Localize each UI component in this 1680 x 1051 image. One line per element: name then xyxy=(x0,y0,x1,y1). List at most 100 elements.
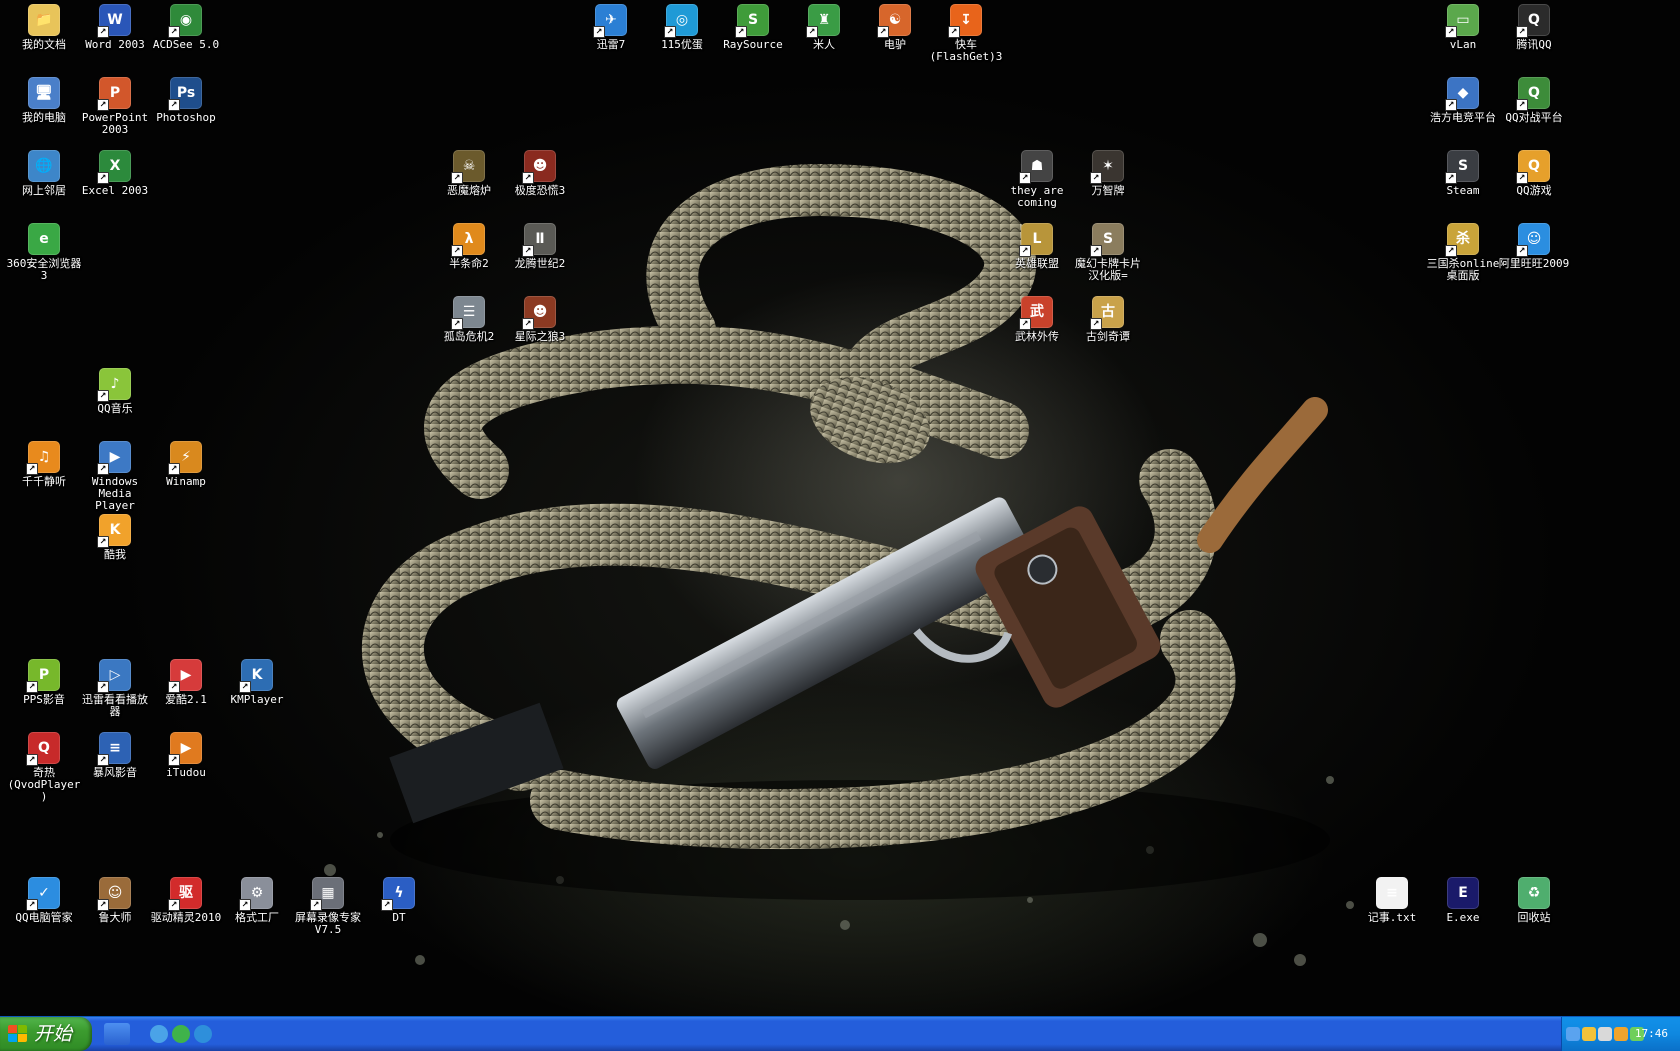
desktop-icon-48[interactable]: Q ↗ QQ对战平台 xyxy=(1496,75,1572,124)
desktop-icon-label: 武林外传 xyxy=(1015,330,1059,343)
desktop-icon-16[interactable]: ▶ ↗ 爱酷2.1 xyxy=(148,657,224,706)
desktop-icon-35[interactable]: λ ↗ 半条命2 xyxy=(431,221,507,270)
desktop-icon-37[interactable]: ☰ ↗ 孤岛危机2 xyxy=(431,294,507,343)
app-icon: ⚙ ↗ xyxy=(239,877,273,911)
desktop-icon-11[interactable]: ▶ ↗ Windows Media Player xyxy=(77,439,153,512)
shortcut-arrow-icon: ↗ xyxy=(26,463,38,475)
shortcut-arrow-icon: ↗ xyxy=(735,26,747,38)
desktop-icon-12[interactable]: ⚡ ↗ Winamp xyxy=(148,439,224,488)
volume-icon[interactable] xyxy=(1598,1027,1612,1041)
app-icon: ☠ ↗ xyxy=(451,150,485,184)
desktop-icon-10[interactable]: ♫ ↗ 千千静听 xyxy=(6,439,82,488)
desktop-icon-47[interactable]: ◆ ↗ 浩方电竞平台 xyxy=(1425,75,1501,124)
desktop-icon-30[interactable]: ♜ ↗ 米人 xyxy=(786,2,862,51)
app-icon: ☗ ↗ xyxy=(1019,150,1053,184)
desktop-icon-7[interactable]: X ↗ Excel 2003 xyxy=(77,148,153,197)
desktop-icon-label: 我的文档 xyxy=(22,38,66,51)
quick-launch-app-button[interactable] xyxy=(104,1023,130,1045)
desktop-icon-8[interactable]: e 360安全浏览器 3 xyxy=(6,221,82,282)
desktop-icon-23[interactable]: 驱 ↗ 驱动精灵2010 xyxy=(148,875,224,924)
desktop-icon-55[interactable]: ♻ 回收站 xyxy=(1496,875,1572,924)
desktop-icon-26[interactable]: ϟ ↗ DT xyxy=(361,875,437,924)
desktop-icon-52[interactable]: ☺ ↗ 阿里旺旺2009 xyxy=(1496,221,1572,270)
desktop-icon-36[interactable]: Ⅱ ↗ 龙腾世纪2 xyxy=(502,221,578,270)
desktop-icon-14[interactable]: P ↗ PPS影音 xyxy=(6,657,82,706)
desktop-icon-25[interactable]: ▦ ↗ 屏幕录像专家 V7.5 xyxy=(290,875,366,936)
desktop-icon-50[interactable]: Q ↗ QQ游戏 xyxy=(1496,148,1572,197)
desktop-icon-41[interactable]: L ↗ 英雄联盟 xyxy=(999,221,1075,270)
clock[interactable]: 17:46 xyxy=(1635,1027,1668,1040)
qq-tray-icon[interactable] xyxy=(1582,1027,1596,1041)
desktop-icon-44[interactable]: 古 ↗ 古剑奇谭 xyxy=(1070,294,1146,343)
desktop-icon-18[interactable]: Q ↗ 奇热(QvodPlayer) xyxy=(6,730,82,803)
desktop-icon-2[interactable]: ◉ ↗ ACDSee 5.0 xyxy=(148,2,224,51)
shortcut-arrow-icon: ↗ xyxy=(97,172,109,184)
desktop-icon-label: 快车(FlashGet)3 xyxy=(929,38,1003,63)
desktop-icon-15[interactable]: ▷ ↗ 迅雷看看播放器 xyxy=(77,657,153,718)
desktop-icon-32[interactable]: ↧ ↗ 快车(FlashGet)3 xyxy=(928,2,1004,63)
desktop-icon-34[interactable]: ☻ ↗ 极度恐慌3 xyxy=(502,148,578,197)
shield-tray-icon[interactable] xyxy=(1614,1027,1628,1041)
desktop-icon-label: Photoshop xyxy=(156,111,216,124)
shortcut-arrow-icon: ↗ xyxy=(593,26,605,38)
app-icon: Ⅱ ↗ xyxy=(522,223,556,257)
desktop-icon-13[interactable]: K ↗ 酷我 xyxy=(77,512,153,561)
app-icon: Q ↗ xyxy=(1516,77,1550,111)
desktop-icon-46[interactable]: Q ↗ 腾讯QQ xyxy=(1496,2,1572,51)
desktop-icon-51[interactable]: 杀 ↗ 三国杀online桌面版 xyxy=(1425,221,1501,282)
desktop-icon-43[interactable]: 武 ↗ 武林外传 xyxy=(999,294,1075,343)
desktop-icon-24[interactable]: ⚙ ↗ 格式工厂 xyxy=(219,875,295,924)
desktop-icon-49[interactable]: S ↗ Steam xyxy=(1425,148,1501,197)
shortcut-arrow-icon: ↗ xyxy=(451,318,463,330)
desktop-icon-9[interactable]: ♪ ↗ QQ音乐 xyxy=(77,366,153,415)
desktop-icon-45[interactable]: ▭ ↗ vLan xyxy=(1425,2,1501,51)
app-icon: ☺ ↗ xyxy=(97,877,131,911)
desktop-icon-20[interactable]: ▶ ↗ iTudou xyxy=(148,730,224,779)
app-icon: ≡ xyxy=(1376,877,1408,909)
desktop-icon-label: 浩方电竞平台 xyxy=(1430,111,1496,124)
desktop-icon-label: 爱酷2.1 xyxy=(165,693,207,706)
desktop-icon-21[interactable]: ✓ ↗ QQ电脑管家 xyxy=(6,875,82,924)
desktop-icon-31[interactable]: ☯ ↗ 电驴 xyxy=(857,2,933,51)
desktop-icon-4[interactable]: P ↗ PowerPoint 2003 xyxy=(77,75,153,136)
collapse-arrow-icon[interactable] xyxy=(1566,1027,1580,1041)
desktop-icon-19[interactable]: ≡ ↗ 暴风影音 xyxy=(77,730,153,779)
start-button[interactable]: 开始 xyxy=(0,1017,92,1051)
desktop-icon-3[interactable]: 🖥 我的电脑 xyxy=(6,75,82,124)
desktop-icon-22[interactable]: ☺ ↗ 鲁大师 xyxy=(77,875,153,924)
desktop-icon-42[interactable]: S ↗ 魔幻卡牌卡片汉化版= xyxy=(1070,221,1146,282)
desktop-icon-28[interactable]: ◎ ↗ 115优蛋 xyxy=(644,2,720,51)
app-icon: ✶ ↗ xyxy=(1090,150,1124,184)
desktop-icon-0[interactable]: 📁 我的文档 xyxy=(6,2,82,51)
desktop-icon-40[interactable]: ✶ ↗ 万智牌 xyxy=(1070,148,1146,197)
desktop-icon-54[interactable]: E E.exe xyxy=(1425,875,1501,924)
desktop-icon-label: 恶魔熔炉 xyxy=(447,184,491,197)
shortcut-arrow-icon: ↗ xyxy=(1019,318,1031,330)
desktop-icon-label: QQ游戏 xyxy=(1516,184,1552,197)
desktop-icon-29[interactable]: S ↗ RaySource xyxy=(715,2,791,51)
ie-icon[interactable] xyxy=(150,1025,168,1043)
desktop-icon-33[interactable]: ☠ ↗ 恶魔熔炉 xyxy=(431,148,507,197)
app-icon: 杀 ↗ xyxy=(1445,223,1479,257)
shortcut-arrow-icon: ↗ xyxy=(806,26,818,38)
desktop-icon-17[interactable]: K ↗ KMPlayer xyxy=(219,657,295,706)
desktop-icon-1[interactable]: W ↗ Word 2003 xyxy=(77,2,153,51)
app-icon: ◆ ↗ xyxy=(1445,77,1479,111)
desktop-icon-53[interactable]: ≡ 记事.txt xyxy=(1354,875,1430,924)
desktop-icon-label: 酷我 xyxy=(104,548,126,561)
desktop-icon-27[interactable]: ✈ ↗ 迅雷7 xyxy=(573,2,649,51)
desktop-icon-label: 格式工厂 xyxy=(235,911,279,924)
desktop-icon-5[interactable]: Ps ↗ Photoshop xyxy=(148,75,224,124)
desktop-icon-label: 网上邻居 xyxy=(22,184,66,197)
explorer-icon[interactable] xyxy=(172,1025,190,1043)
shortcut-arrow-icon: ↗ xyxy=(97,536,109,548)
desktop-icon-39[interactable]: ☗ ↗ they are coming xyxy=(999,148,1075,209)
desktop-icon-label: 记事.txt xyxy=(1367,911,1417,924)
shortcut-arrow-icon: ↗ xyxy=(97,26,109,38)
media-icon[interactable] xyxy=(194,1025,212,1043)
desktop-icon-6[interactable]: 🌐 网上邻居 xyxy=(6,148,82,197)
desktop-icon-38[interactable]: ☻ ↗ 星际之狼3 xyxy=(502,294,578,343)
desktop-icon-label: 鲁大师 xyxy=(98,911,132,924)
system-tray: 17:46 xyxy=(1561,1017,1680,1051)
app-icon: ☯ ↗ xyxy=(877,4,911,38)
